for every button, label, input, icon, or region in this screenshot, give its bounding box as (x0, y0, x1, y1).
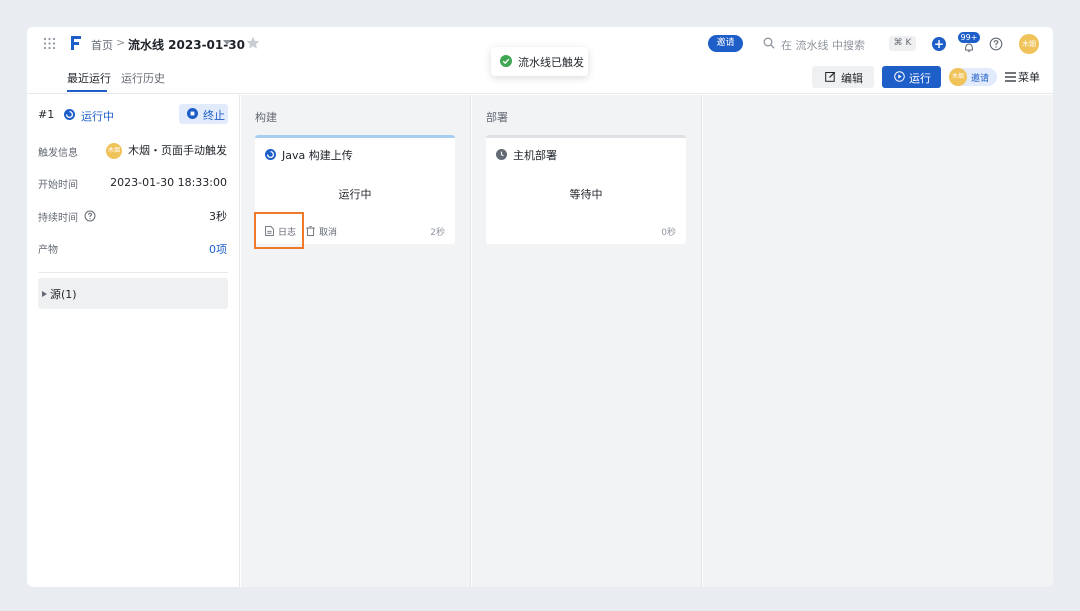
toast-message: 流水线已触发 (518, 56, 584, 69)
active-tab-indicator (67, 90, 107, 92)
job-name: 主机部署 (513, 149, 557, 162)
run-label: 运行 (909, 72, 931, 85)
chevron-down-icon[interactable] (223, 40, 231, 46)
artifacts-link[interactable]: 0项 (209, 241, 227, 257)
divider (38, 272, 228, 273)
stop-icon (187, 108, 198, 119)
edit-icon (825, 71, 836, 82)
stage-title: 构建 (255, 111, 277, 124)
stop-label: 终止 (203, 109, 225, 122)
menu-label: 菜单 (1018, 71, 1040, 84)
tab-recent-runs[interactable]: 最近运行 (67, 70, 111, 86)
source-label: 源(1) (50, 288, 77, 301)
job-status-bar (255, 135, 455, 138)
clock-icon (496, 149, 507, 160)
duration-label: 持续时间 (38, 213, 78, 224)
help-icon[interactable] (989, 37, 1003, 51)
check-circle-icon (500, 55, 512, 67)
duration-value: 3秒 (209, 210, 227, 223)
trigger-user-avatar: 木烟 (106, 143, 122, 159)
stage-empty (703, 95, 1053, 587)
menu-button[interactable]: 菜单 (1005, 69, 1041, 85)
highlight-box (254, 212, 304, 249)
play-icon (894, 71, 905, 82)
stage-title: 部署 (486, 111, 508, 124)
breadcrumb-separator: > (116, 36, 126, 49)
collaborator-invite[interactable]: 木烟 邀请 (949, 68, 997, 86)
stage-build: 构建 Java 构建上传 运行中 日志 取消 2秒 (241, 95, 471, 587)
collaborator-avatar: 木烟 (949, 68, 967, 86)
job-duration: 0秒 (661, 228, 676, 238)
job-card-deploy[interactable]: 主机部署 等待中 0秒 (486, 135, 686, 244)
star-icon[interactable] (246, 36, 260, 50)
menu-icon (1005, 72, 1016, 82)
run-button[interactable]: 运行 (882, 66, 941, 88)
cancel-label: 取消 (319, 228, 338, 238)
trigger-info-value: 木烟 木烟・页面手动触发 (106, 142, 227, 159)
run-status: 运行中 (81, 110, 114, 123)
job-status: 等待中 (569, 188, 603, 201)
job-status: 运行中 (338, 188, 372, 201)
notification-count-badge: 99+ (958, 32, 980, 43)
job-name: Java 构建上传 (282, 149, 353, 162)
run-number: #1 (38, 108, 55, 121)
start-time-label: 开始时间 (38, 180, 78, 191)
tab-run-history[interactable]: 运行历史 (121, 70, 165, 86)
source-accordion[interactable]: 源(1) (38, 278, 228, 309)
start-time-value: 2023-01-30 18:33:00 (110, 176, 227, 189)
search-icon[interactable] (763, 37, 775, 49)
loading-icon (64, 109, 75, 120)
run-detail-panel: #1 运行中 终止 触发信息 木烟 木烟・页面手动触发 开始时间 2023-01-… (27, 95, 240, 587)
logo-icon[interactable] (69, 35, 83, 51)
stop-button[interactable]: 终止 (179, 104, 228, 124)
job-duration: 2秒 (430, 228, 445, 238)
artifacts-label: 产物 (38, 245, 58, 256)
help-icon[interactable] (84, 210, 96, 222)
stage-deploy: 部署 主机部署 等待中 0秒 (472, 95, 702, 587)
job-status-bar (486, 135, 686, 138)
trash-icon (306, 226, 315, 236)
search-input[interactable]: 在 流水线 中搜索 (781, 37, 865, 53)
add-button[interactable]: + (932, 37, 946, 51)
chevron-right-icon (42, 291, 47, 297)
shortcut-badge: ⌘ K (889, 36, 916, 51)
invite-button[interactable]: 邀请 (708, 35, 743, 52)
trigger-info-label: 触发信息 (38, 148, 78, 159)
breadcrumb-home[interactable]: 首页 (91, 37, 113, 53)
user-avatar[interactable]: 木烟 (1019, 34, 1039, 54)
collaborator-invite-label: 邀请 (971, 74, 990, 84)
edit-button[interactable]: 编辑 (812, 66, 874, 88)
loading-icon (265, 149, 276, 160)
grid-icon[interactable] (43, 37, 56, 50)
bell-icon (964, 43, 974, 52)
edit-label: 编辑 (841, 72, 863, 85)
toast-notification: 流水线已触发 (491, 47, 588, 76)
notification-button[interactable]: 99+ (956, 32, 982, 54)
app-window: 首页 > 流水线 2023-01-30 邀请 在 流水线 中搜索 ⌘ K + 9… (27, 27, 1053, 587)
trigger-info-text: 木烟・页面手动触发 (128, 144, 227, 157)
